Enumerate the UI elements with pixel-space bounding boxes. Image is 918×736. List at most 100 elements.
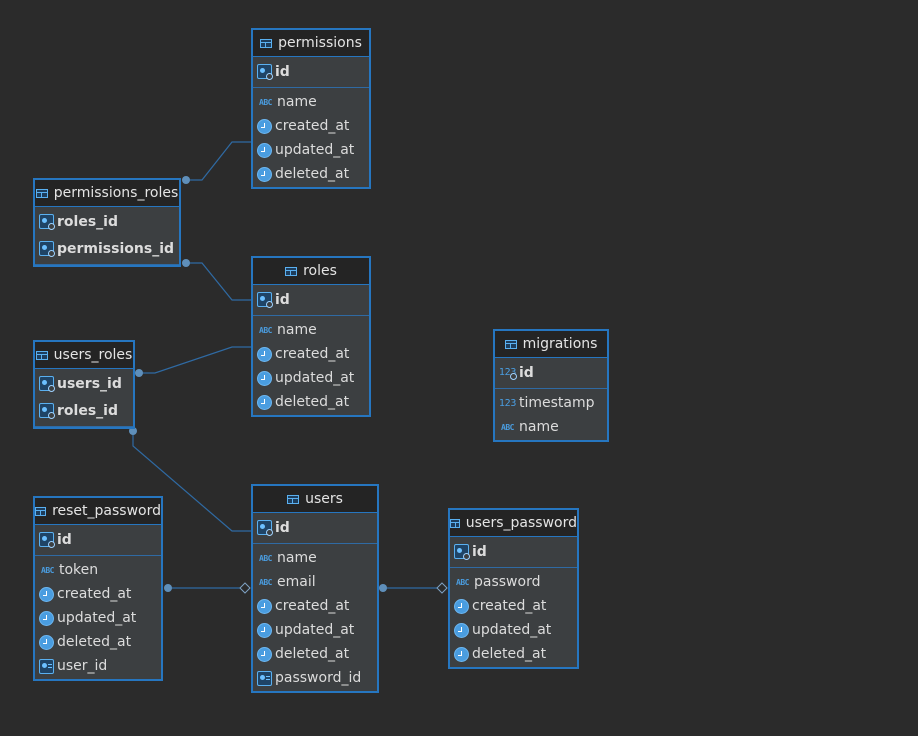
table-permissions[interactable]: permissions id ABC name created_at updated_at…: [251, 28, 371, 189]
connector-dot: [379, 584, 387, 592]
clock-icon: [39, 634, 54, 650]
column-row[interactable]: created_at: [35, 582, 161, 606]
column-row[interactable]: ABC name: [253, 90, 369, 114]
table-header[interactable]: reset_password: [35, 498, 161, 525]
table-title: reset_password: [52, 503, 161, 519]
column-row[interactable]: ABC password: [450, 570, 577, 594]
column-row[interactable]: roles_id: [35, 208, 179, 235]
number-123-icon: 123: [498, 397, 517, 409]
table-header[interactable]: permissions_roles: [35, 180, 179, 207]
table-title: permissions_roles: [53, 185, 179, 201]
column-name: deleted_at: [57, 634, 132, 650]
column-name: deleted_at: [275, 394, 350, 410]
primary-key-section: 123 id: [495, 358, 607, 389]
column-name: updated_at: [472, 622, 552, 638]
column-row[interactable]: deleted_at: [450, 642, 577, 666]
column-row[interactable]: users_id: [35, 370, 133, 397]
column-row[interactable]: ABC token: [35, 558, 161, 582]
relationship-line-users-roles-to-roles[interactable]: [139, 346, 251, 374]
table-header[interactable]: migrations: [495, 331, 607, 358]
table-header[interactable]: roles: [253, 258, 369, 285]
table-users[interactable]: users id ABC name ABC email created_at updated_…: [251, 484, 379, 693]
column-row[interactable]: created_at: [253, 114, 369, 138]
table-migrations[interactable]: migrations 123 id 123 timestamp ABC name: [493, 329, 609, 442]
column-row[interactable]: ABC name: [253, 546, 377, 570]
table-header[interactable]: users_password: [450, 510, 577, 537]
column-name: permissions_id: [57, 240, 175, 257]
abc-icon: ABC: [41, 565, 54, 575]
table-header[interactable]: users_roles: [35, 342, 133, 369]
table-title: roles: [303, 263, 337, 279]
primary-key-section: id: [450, 537, 577, 568]
column-row[interactable]: password_id: [253, 666, 377, 690]
column-row[interactable]: updated_at: [253, 366, 369, 390]
primary-key-section: id: [35, 525, 161, 556]
column-section: ABC token created_at updated_at deleted_atus…: [35, 556, 161, 679]
table-icon: [35, 506, 47, 516]
clock-icon: [257, 598, 272, 614]
table-permissions-roles[interactable]: permissions_roles roles_id permissions_id: [33, 178, 181, 267]
column-name: deleted_at: [275, 646, 350, 662]
connector-dot: [182, 176, 190, 184]
table-icon: [450, 518, 460, 528]
primary-key-icon: [257, 292, 273, 308]
clock-icon: [454, 598, 469, 614]
table-title: users_password: [465, 515, 577, 531]
column-name: id: [519, 364, 534, 381]
table-users-roles[interactable]: users_roles users_id roles_id: [33, 340, 135, 429]
column-row[interactable]: ABC name: [495, 415, 607, 439]
column-name: id: [275, 63, 290, 80]
primary-key-section: id: [253, 513, 377, 544]
diagram-canvas[interactable]: permissions id ABC name created_at updated_at…: [0, 0, 918, 736]
column-row[interactable]: id: [35, 526, 161, 553]
connector-diamond: [436, 582, 448, 594]
column-row[interactable]: roles_id: [35, 397, 133, 424]
column-row[interactable]: id: [253, 514, 377, 541]
primary-key-icon: [39, 214, 55, 230]
column-row[interactable]: deleted_at: [35, 630, 161, 654]
column-row[interactable]: updated_at: [253, 618, 377, 642]
column-row[interactable]: updated_at: [450, 618, 577, 642]
column-row[interactable]: id: [450, 538, 577, 565]
table-header[interactable]: users: [253, 486, 377, 513]
primary-key-icon: [39, 532, 55, 548]
column-row[interactable]: updated_at: [253, 138, 369, 162]
table-title: migrations: [522, 336, 598, 352]
table-title: permissions: [278, 35, 362, 51]
clock-icon: [257, 142, 272, 158]
table-reset-password[interactable]: reset_passwordid ABC token created_atupdate…: [33, 496, 163, 681]
column-name: email: [277, 574, 316, 590]
column-name: created_at: [275, 118, 350, 134]
table-users-password[interactable]: users_passwordid ABC password created_atupd…: [448, 508, 579, 669]
column-row[interactable]: deleted_at: [253, 162, 369, 186]
column-row[interactable]: id: [253, 58, 369, 85]
column-row[interactable]: ABC name: [253, 318, 369, 342]
column-name: id: [472, 543, 487, 560]
relationship-line-permissions-roles-to-permissions[interactable]: [186, 141, 251, 181]
column-row[interactable]: id: [253, 286, 369, 313]
primary-key-section: id: [253, 285, 369, 316]
column-row[interactable]: permissions_id: [35, 235, 179, 262]
column-row[interactable]: created_at: [253, 594, 377, 618]
column-row[interactable]: deleted_at: [253, 390, 369, 414]
column-row[interactable]: 123 timestamp: [495, 391, 607, 415]
table-icon: [260, 38, 273, 48]
table-header[interactable]: permissions: [253, 30, 369, 57]
abc-icon: ABC: [259, 553, 272, 563]
column-row[interactable]: deleted_at: [253, 642, 377, 666]
relationship-line-permissions-roles-to-roles[interactable]: [186, 262, 251, 301]
column-name: created_at: [57, 586, 132, 602]
column-name: updated_at: [275, 370, 355, 386]
column-name: users_id: [57, 375, 122, 392]
column-row[interactable]: user_id: [35, 654, 161, 678]
table-roles[interactable]: roles id ABC name created_at updated_atdelete…: [251, 256, 371, 417]
primary-key-section: roles_id permissions_id: [35, 207, 179, 265]
column-row[interactable]: 123 id: [495, 359, 607, 386]
column-row[interactable]: ABC email: [253, 570, 377, 594]
column-row[interactable]: updated_at: [35, 606, 161, 630]
column-row[interactable]: created_at: [253, 342, 369, 366]
column-row[interactable]: created_at: [450, 594, 577, 618]
column-name: created_at: [275, 598, 350, 614]
table-title: users: [305, 491, 343, 507]
column-name: id: [275, 291, 290, 308]
